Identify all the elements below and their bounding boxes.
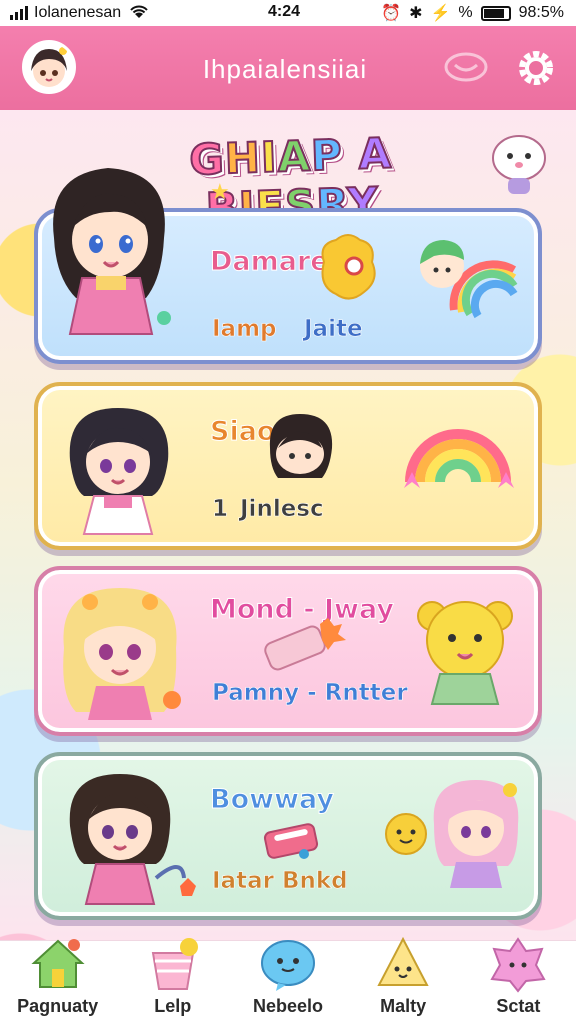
card-title: Bowway [209,784,335,816]
quest-card[interactable]: Siaoei 1 Jinlesc [34,382,542,550]
nav-item-chat[interactable]: Nebeelo [233,940,343,1024]
chat-button[interactable] [442,48,490,88]
small-girl-icon [269,414,333,478]
nfc-icon: ⚡ [430,5,451,22]
quest-card[interactable]: Damare Iamp Jaite [34,168,542,364]
nav-label: Sctat [496,996,541,1016]
banner-letter: A [357,127,394,179]
chat-icon [444,52,488,82]
nav-item-pyramid[interactable]: Malty [348,936,458,1024]
nav-label: Nebeelo [252,996,323,1016]
banner-letter: G [187,133,226,185]
nav-item-cup[interactable]: Lelp [118,938,228,1024]
signal-icon [10,6,28,20]
nav-label: Lelp [154,996,192,1016]
carrier-label: Iolanenesan [34,4,122,21]
pyramid-icon [377,936,429,986]
girl-character-icon [53,168,171,335]
card-subtitle-left: Iamp [212,316,277,343]
status-bar: Iolanenesan 4:24 ⏰ ✱ ⚡ % 98:5% [0,0,576,26]
banner-letter: A [276,130,313,182]
rainbow-icon [404,429,514,488]
card-subtitle-left: Pamny - Rntter [212,680,408,707]
card-subtitle-right: Jinlesc [240,496,324,523]
banner-letter: P [309,129,344,181]
pink-hair-girl-icon [433,780,519,888]
card-title: Damare [210,246,330,278]
bottom-nav: Pagnuaty Lelp Nebeelo Malty Sctat [0,936,576,1024]
bluetooth-icon: ✱ [409,5,423,22]
percent-icon: % [458,4,473,21]
banner-letter: H [223,132,263,184]
wifi-icon [129,3,149,23]
settings-button[interactable] [512,44,560,92]
nav-label: Pagnuaty [17,996,99,1016]
smiley-ball-icon [385,813,427,855]
nav-item-stats[interactable]: Sctat [463,937,573,1024]
avatar[interactable] [22,40,76,94]
star-blob-icon [490,937,546,993]
bear-character-icon [417,601,513,705]
blonde-girl-icon [63,588,181,720]
battery-icon [480,5,511,21]
card-subtitle-left: Iatar Bnkd [212,868,348,895]
cookie-icon [321,234,376,300]
quest-card[interactable]: Bowway Iatar Bnkd [34,752,542,920]
banner-letter: I [259,131,279,183]
nav-item-home[interactable]: Pagnuaty [3,939,113,1024]
battery-text: 98:5% [518,4,564,21]
quest-card[interactable]: Mond - Jway Pamny - Rntter [34,566,542,736]
rainbow-character-icon [420,240,518,319]
clock: 4:24 [268,3,301,20]
app-header: Ihpaialensiiai [0,26,576,110]
nav-label: Malty [380,996,427,1016]
card-subtitle-right: Jaite [304,316,363,343]
sparkle-icon: ★ [210,180,230,205]
cup-icon [151,938,198,990]
banner-space [342,130,359,180]
app-title: Ihpaialensiiai [202,54,368,84]
card-subtitle-left: 1 [212,496,229,523]
brown-hair-girl-icon [69,774,196,905]
pencil-case-icon [263,823,319,859]
alarm-icon: ⏰ [381,5,402,22]
gear-icon [519,51,553,85]
dark-hair-girl-icon [69,408,169,535]
bubble-icon [260,940,315,991]
cat-mascot-icon [492,135,546,194]
eraser-icon [264,618,346,671]
house-icon [31,939,85,988]
